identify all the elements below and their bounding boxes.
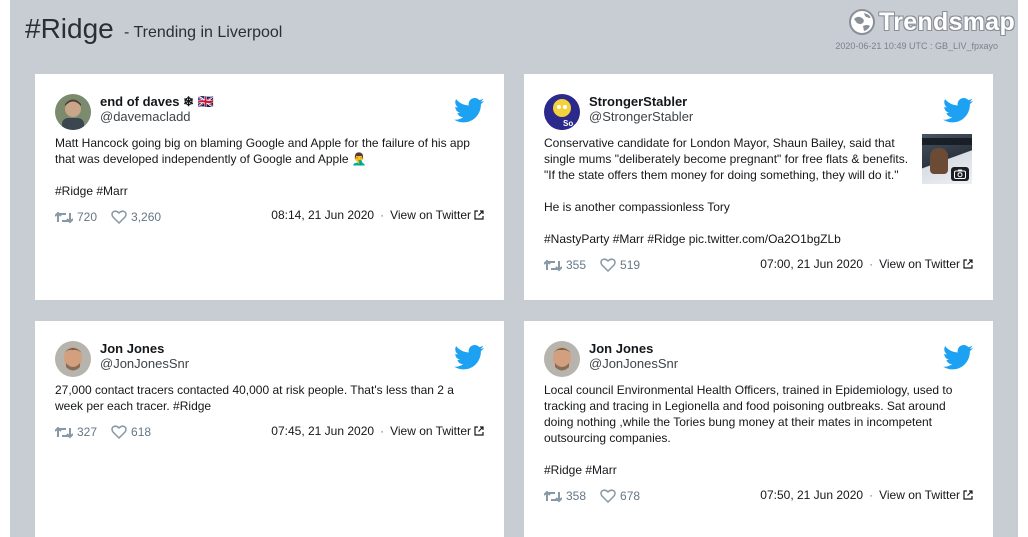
author-handle[interactable]: @JonJonesSnr [589,356,678,371]
tweet-card: Jon Jones @JonJonesSnr Local council Env… [524,321,993,537]
tweet-meta: 07:00, 21 Jun 2020 · View on Twitter [760,257,973,271]
view-on-twitter-label: View on Twitter [879,488,960,502]
retweet-value: 327 [77,425,98,439]
tweet-meta: 07:45, 21 Jun 2020 · View on Twitter [271,424,484,438]
retweet-count[interactable]: 327 [55,425,97,439]
retweet-icon [544,259,562,271]
author-name[interactable]: Jon Jones [589,341,653,356]
retweet-icon [55,426,73,438]
page-subtitle: - Trending in Liverpool [124,24,283,41]
twitter-bird-icon[interactable] [943,345,973,370]
like-count[interactable]: 3,260 [111,210,161,224]
external-link-icon [963,259,973,269]
separator: · [380,208,385,222]
like-count[interactable]: 519 [600,258,640,272]
tweet-text: Conservative candidate for London Mayor,… [544,135,916,247]
tweet-card: end of daves ❄ 🇬🇧 @davemacladd Matt Hanc… [35,74,504,300]
like-count[interactable]: 618 [111,425,151,439]
tweet-hashtags[interactable]: #Ridge #Marr [544,462,964,478]
page-title: #Ridge [25,13,114,44]
author-name[interactable]: StrongerStabler [589,94,687,109]
tweet-date[interactable]: 07:50, 21 Jun 2020 [760,488,863,502]
like-value: 519 [620,258,641,272]
retweet-value: 720 [77,210,98,224]
retweet-count[interactable]: 355 [544,258,586,272]
view-on-twitter-label: View on Twitter [879,257,960,271]
avatar[interactable] [55,94,91,130]
view-on-twitter-label: View on Twitter [390,424,471,438]
tweet-date[interactable]: 07:45, 21 Jun 2020 [271,424,374,438]
view-on-twitter-label: View on Twitter [390,208,471,222]
tweet-date[interactable]: 07:00, 21 Jun 2020 [760,257,863,271]
tweet-paragraph: He is another compassionless Tory [544,200,730,214]
view-on-twitter-link[interactable]: View on Twitter [390,424,484,438]
trendsmap-wordmark: Trendsmap [879,7,1016,36]
tweet-stats: 720 3,260 [55,210,175,224]
heart-icon [600,489,616,503]
retweet-icon [544,490,562,502]
tweet-card: Jon Jones @JonJonesSnr 27,000 contact tr… [35,321,504,537]
external-link-icon [474,426,484,436]
tweet-stats: 327 618 [55,425,165,439]
retweet-icon [55,211,73,223]
twitter-bird-icon[interactable] [454,98,484,123]
separator: · [869,257,874,271]
tweet-hashtags[interactable]: #NastyParty #Marr #Ridge pic.twitter.com… [544,231,916,247]
avatar-badge-text: So... [563,119,580,128]
tweet-meta: 07:50, 21 Jun 2020 · View on Twitter [760,488,973,502]
like-value: 3,260 [131,210,162,224]
tweet-paragraph: Conservative candidate for London Mayor,… [544,136,909,182]
external-link-icon [474,210,484,220]
author-handle[interactable]: @StrongerStabler [589,109,693,124]
avatar[interactable]: So... [544,94,580,130]
like-value: 618 [131,425,152,439]
like-value: 678 [620,489,641,503]
trendsmap-logo[interactable]: Trendsmap [848,6,1015,38]
tweet-text: 27,000 contact tracers contacted 40,000 … [55,382,465,414]
author-handle[interactable]: @davemacladd [100,109,191,124]
tweet-stats: 358 678 [544,489,654,503]
heart-icon [600,258,616,272]
avatar[interactable] [544,341,580,377]
tweet-text: Matt Hancock going big on blaming Google… [55,135,480,199]
external-link-icon [963,490,973,500]
separator: · [380,424,385,438]
tweet-hashtags[interactable]: #Ridge #Marr [55,183,480,199]
capture-timestamp: 2020-06-21 10:49 UTC : GB_LIV_fpxayo [835,41,998,51]
view-on-twitter-link[interactable]: View on Twitter [390,208,484,222]
author-name[interactable]: end of daves ❄ 🇬🇧 [100,94,214,110]
view-on-twitter-link[interactable]: View on Twitter [879,257,973,271]
heart-icon [111,210,127,224]
tweet-text: Local council Environmental Health Offic… [544,382,964,478]
tweet-date[interactable]: 08:14, 21 Jun 2020 [271,208,374,222]
retweet-count[interactable]: 720 [55,210,97,224]
like-count[interactable]: 678 [600,489,640,503]
author-handle[interactable]: @JonJonesSnr [100,356,189,371]
tweet-paragraph: Matt Hancock going big on blaming Google… [55,136,470,166]
retweet-value: 355 [566,258,587,272]
avatar[interactable] [55,341,91,377]
trendsmap-globe-icon [849,9,875,35]
tweet-stats: 355 519 [544,258,654,272]
separator: · [869,488,874,502]
retweet-count[interactable]: 358 [544,489,586,503]
tweet-meta: 08:14, 21 Jun 2020 · View on Twitter [271,208,484,222]
view-on-twitter-link[interactable]: View on Twitter [879,488,973,502]
tweet-card: So... StrongerStabler @StrongerStabler C… [524,74,993,300]
tweet-photo-thumbnail[interactable] [922,134,972,184]
twitter-bird-icon[interactable] [943,98,973,123]
retweet-value: 358 [566,489,587,503]
twitter-bird-icon[interactable] [454,345,484,370]
author-name[interactable]: Jon Jones [100,341,164,356]
tweet-paragraph: Local council Environmental Health Offic… [544,383,953,445]
heart-icon [111,425,127,439]
tweet-paragraph: 27,000 contact tracers contacted 40,000 … [55,383,454,413]
camera-icon [951,167,969,181]
